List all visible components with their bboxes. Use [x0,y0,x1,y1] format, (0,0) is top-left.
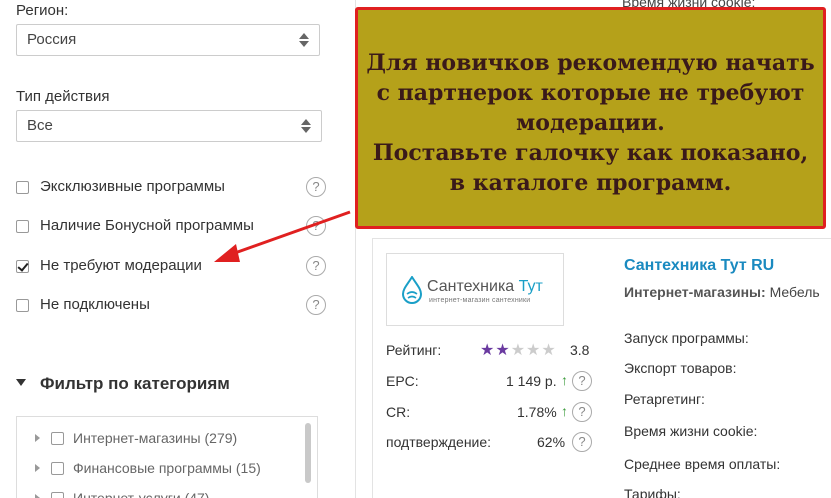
logo-title: Сантехника Тут [427,278,543,296]
program-category-label: Интернет-магазины: [624,284,766,300]
category-label: Финансовые программы (15) [73,460,261,476]
help-icon[interactable]: ? [306,295,326,315]
help-icon[interactable]: ? [306,216,326,236]
action-type-select[interactable]: Все [16,110,322,142]
callout-line: Для новичков рекомендую начать [366,50,815,76]
region-label: Регион: [16,2,69,19]
checkbox-label: Не подключены [40,296,150,313]
checkbox-bonus[interactable]: Наличие Бонусной программы ? [16,216,326,238]
program-category-value: Мебель [765,284,820,300]
program-title-link[interactable]: Сантехника Тут RU [624,257,774,275]
checkbox-no-moderation[interactable]: Не требуют модерации ? [16,256,326,278]
checkbox-not-connected[interactable]: Не подключены ? [16,295,326,317]
help-icon[interactable]: ? [306,177,326,197]
checkbox-box[interactable] [16,299,29,312]
caret-right-icon[interactable] [35,494,40,498]
program-category: Интернет-магазины: Мебель [624,284,820,300]
callout-line: с партнерок которые не требуют [376,80,805,106]
epc-label: EPC: [386,373,419,389]
category-filter-toggle[interactable]: Фильтр по категориям [16,374,230,394]
star-filled-icon: ★ [495,342,511,359]
drop-icon [401,276,423,304]
cr-value: 1.78% [517,404,557,420]
logo-title-part2: Тут [518,278,543,295]
action-type-label: Тип действия [16,88,110,105]
help-icon[interactable]: ? [572,432,592,452]
checkbox-box[interactable] [16,220,29,233]
checkbox-box[interactable] [51,492,64,498]
logo-subtitle: интернет-магазин сантехники [429,297,531,304]
region-select[interactable]: Россия [16,24,320,56]
callout-line: в каталоге программ. [449,170,732,196]
annotation-callout: Для новичков рекомендую начать с партнер… [355,7,826,229]
checkbox-label: Не требуют модерации [40,257,202,274]
category-filter-title: Фильтр по категориям [40,374,230,393]
help-icon[interactable]: ? [572,371,592,391]
star-filled-icon: ★ [480,342,496,359]
checkbox-label: Эксклюзивные программы [40,178,225,195]
star-empty-icon: ★ [510,342,527,359]
epc-value: 1 149 р. [506,373,557,389]
help-icon[interactable]: ? [572,402,592,422]
region-select-value: Россия [27,31,77,48]
confirmation-value: 62% [537,434,566,450]
callout-line: модерации. [516,110,665,136]
checkbox-exclusive[interactable]: Эксклюзивные программы ? [16,177,326,199]
callout-line: Поставьте галочку как показано, [372,140,809,166]
info-tariffs: Тарифы: [624,486,681,498]
select-arrows-icon [299,32,309,48]
logo-title-part1: Сантехника [427,278,519,295]
star-empty-icon: ★ [526,342,542,359]
rating-value: 3.8 [570,342,590,358]
rating-stars: ★★★★★ [480,340,557,360]
program-logo[interactable]: Сантехника Тут интернет-магазин сантехни… [386,253,564,326]
caret-right-icon[interactable] [35,464,40,472]
trend-up-icon: ↑ [561,403,568,419]
select-arrows-icon [301,118,311,134]
checkbox-box[interactable] [51,432,64,445]
help-icon[interactable]: ? [306,256,326,276]
action-type-select-value: Все [27,117,53,134]
info-launch: Запуск программы: [624,330,749,346]
info-export: Экспорт товаров: [624,360,737,376]
checkbox-box-checked[interactable] [16,260,29,273]
checkbox-label: Наличие Бонусной программы [40,217,254,234]
triangle-down-icon [16,379,26,387]
star-empty-icon: ★ [541,342,557,359]
info-retargeting: Ретаргетинг: [624,391,705,407]
category-list: Интернет-магазины (279) Финансовые прогр… [16,416,318,498]
checkbox-box[interactable] [16,181,29,194]
caret-right-icon[interactable] [35,434,40,442]
filter-sidebar: Регион: Россия Тип действия Все Эксклюзи… [0,0,340,498]
rating-label: Рейтинг: [386,342,442,358]
category-label: Интернет-магазины (279) [73,430,238,446]
info-payment-time: Среднее время оплаты: [624,456,781,472]
category-scrollbar[interactable] [305,423,311,483]
confirmation-label: подтверждение: [386,434,492,450]
trend-up-icon: ↑ [561,372,568,388]
checkbox-box[interactable] [51,462,64,475]
info-cookie: Время жизни cookie: [624,423,758,439]
cr-label: CR: [386,404,411,420]
callout-text: Для новичков рекомендую начать с партнер… [358,48,823,198]
category-label: Интернет-услуги (47) [73,490,210,498]
